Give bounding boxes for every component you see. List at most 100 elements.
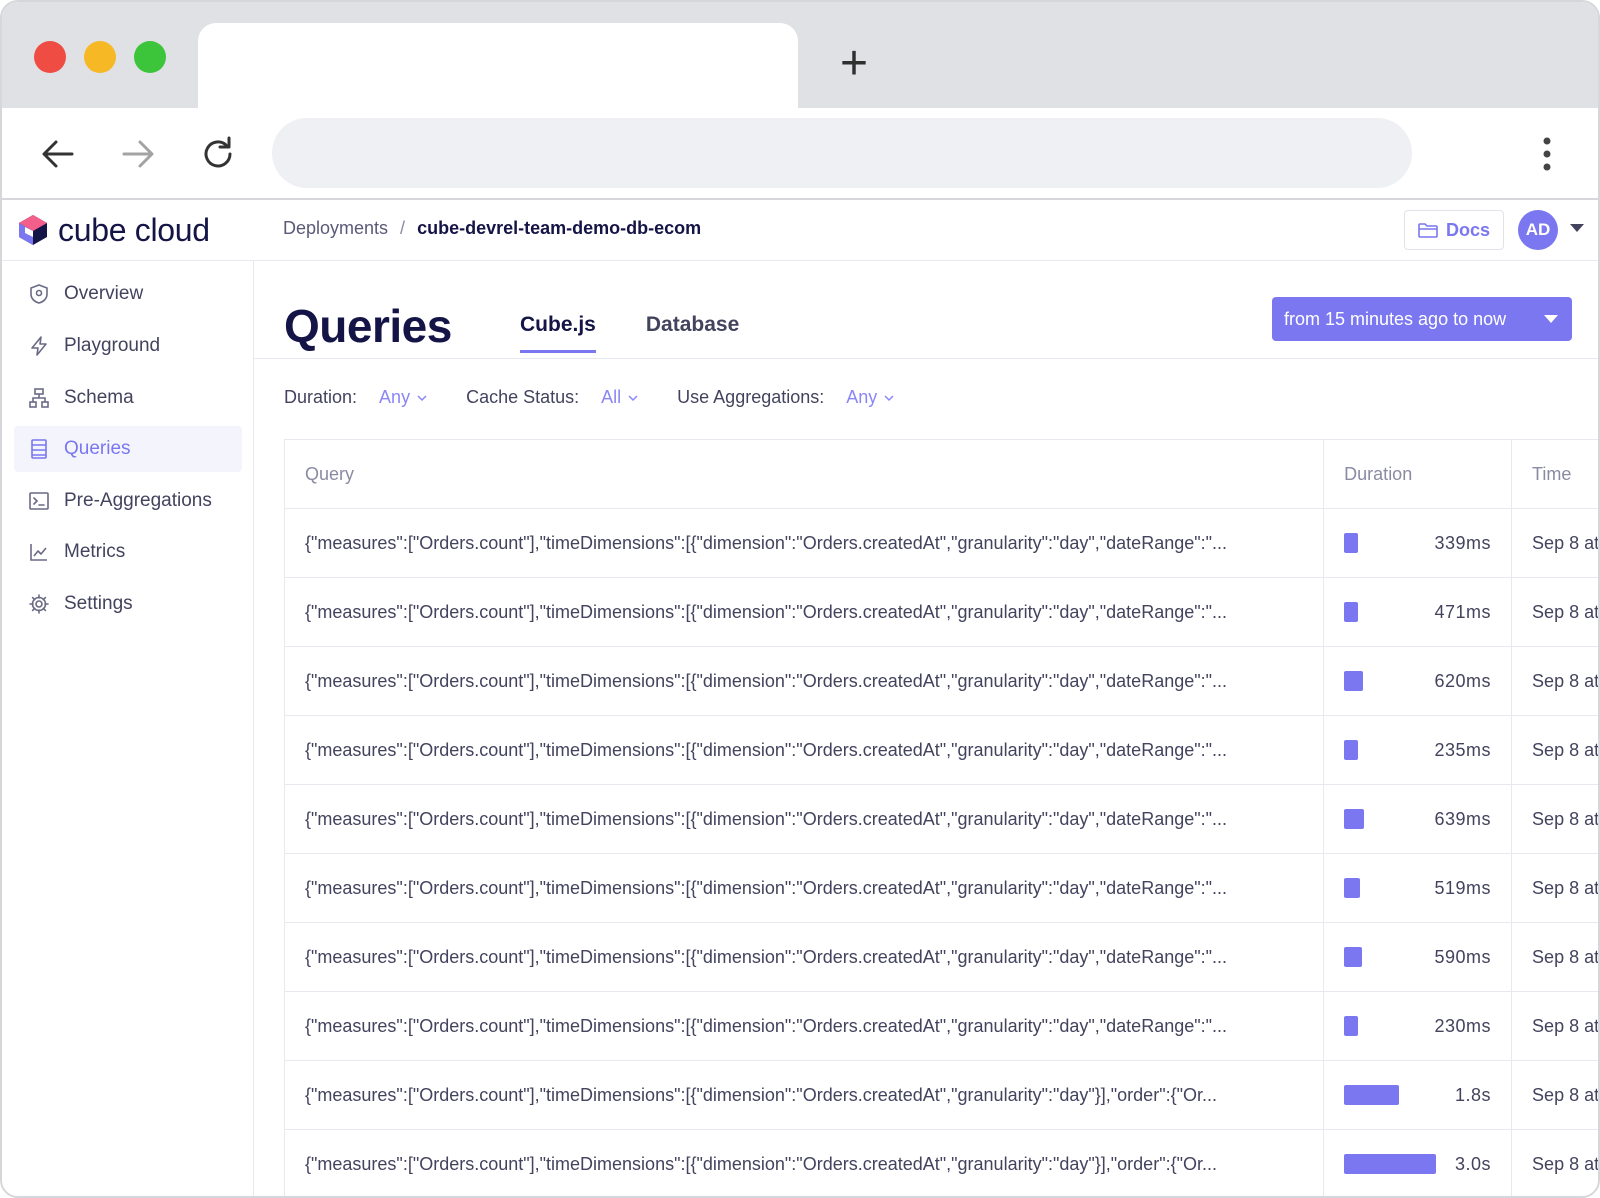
filter-bar: Duration: Any Cache Status: All Use Aggr… bbox=[284, 387, 933, 408]
duration-filter-select[interactable]: Any bbox=[379, 387, 410, 408]
sidebar-item-schema[interactable]: Schema bbox=[14, 375, 242, 421]
table-row[interactable]: {"measures":["Orders.count"],"timeDimens… bbox=[285, 716, 1600, 785]
sidebar-item-label: Overview bbox=[64, 283, 144, 304]
duration-cell: 339ms bbox=[1324, 509, 1513, 577]
table-row[interactable]: {"measures":["Orders.count"],"timeDimens… bbox=[285, 854, 1598, 923]
sidebar-item-settings[interactable]: Settings bbox=[14, 581, 242, 627]
sidebar-item-label: Playground bbox=[64, 335, 161, 356]
sidebar-item-metrics[interactable]: Metrics bbox=[14, 529, 242, 575]
query-cell: {"measures":["Orders.count"],"timeDimens… bbox=[285, 716, 1325, 784]
schema-icon bbox=[28, 387, 50, 409]
arrow-right-icon bbox=[122, 140, 154, 168]
duration-cell: 3.0s bbox=[1324, 1130, 1513, 1196]
new-tab-button[interactable]: + bbox=[832, 40, 876, 88]
table-row[interactable]: {"measures":["Orders.count"],"timeDimens… bbox=[285, 923, 1600, 992]
page-title: Queries bbox=[284, 300, 452, 352]
header-divider bbox=[254, 358, 1598, 359]
browser-tab[interactable] bbox=[198, 23, 798, 108]
time-cell: Sep 8 at bbox=[1532, 601, 1600, 622]
tab-cubejs[interactable]: Cube.js bbox=[520, 313, 596, 353]
table-row[interactable]: {"measures":["Orders.count"],"timeDimens… bbox=[285, 992, 1600, 1061]
sidebar-item-label: Schema bbox=[64, 387, 134, 408]
chart-icon bbox=[28, 541, 50, 563]
chevron-down-icon[interactable] bbox=[883, 392, 895, 404]
reload-icon bbox=[204, 136, 232, 168]
time-cell: Sep 8 at bbox=[1532, 1084, 1600, 1105]
time-cell: Sep 8 at bbox=[1532, 946, 1600, 967]
caret-down-icon bbox=[1544, 315, 1558, 323]
sidebar-item-pre-aggregations[interactable]: Pre-Aggregations bbox=[14, 478, 242, 524]
chevron-down-icon[interactable] bbox=[416, 392, 428, 404]
duration-cell: 590ms bbox=[1324, 923, 1513, 991]
column-header-query[interactable]: Query bbox=[285, 440, 1325, 508]
back-button[interactable] bbox=[36, 132, 80, 176]
duration-bar bbox=[1344, 602, 1359, 622]
forward-button[interactable] bbox=[116, 132, 160, 176]
use-aggregations-filter-select[interactable]: Any bbox=[846, 387, 877, 408]
breadcrumb-current-deployment[interactable]: cube-devrel-team-demo-db-ecom bbox=[417, 218, 701, 239]
sidebar-item-label: Settings bbox=[64, 593, 133, 614]
sidebar-item-playground[interactable]: Playground bbox=[14, 323, 242, 369]
duration-bar bbox=[1344, 1154, 1437, 1174]
table-row[interactable]: {"measures":["Orders.count"],"timeDimens… bbox=[285, 1061, 1600, 1130]
chevron-down-icon[interactable] bbox=[627, 392, 639, 404]
filter-duration: Duration: Any bbox=[284, 387, 428, 408]
browser-menu-button[interactable] bbox=[1532, 132, 1562, 176]
gear-icon bbox=[28, 593, 50, 615]
duration-cell: 1.8s bbox=[1324, 1061, 1513, 1129]
sidebar: Overview Playground Schema Queries Pre-A… bbox=[2, 261, 254, 1196]
duration-bar bbox=[1344, 740, 1359, 760]
cube-logo-icon bbox=[19, 215, 47, 245]
minimize-window-button[interactable] bbox=[84, 41, 116, 73]
browser-toolbar bbox=[2, 108, 1598, 200]
table-row[interactable]: {"measures":["Orders.count"],"timeDimens… bbox=[285, 578, 1600, 647]
bolt-icon bbox=[28, 335, 50, 357]
sidebar-item-overview[interactable]: Overview bbox=[14, 271, 242, 317]
caret-down-icon[interactable] bbox=[1570, 224, 1584, 232]
time-cell: Sep 8 at bbox=[1532, 739, 1600, 760]
filter-cache-status: Cache Status: All bbox=[466, 387, 639, 408]
duration-cell: 471ms bbox=[1324, 578, 1513, 646]
column-header-time[interactable]: Time bbox=[1512, 440, 1598, 508]
duration-value: 235ms bbox=[1434, 739, 1492, 760]
duration-value: 620ms bbox=[1434, 670, 1492, 691]
time-cell: Sep 8 at bbox=[1532, 1153, 1600, 1174]
browser-window: + cube cloud Deployments / cube-devrel-t… bbox=[0, 0, 1600, 1198]
maximize-window-button[interactable] bbox=[134, 41, 166, 73]
duration-value: 639ms bbox=[1434, 808, 1492, 829]
tab-database[interactable]: Database bbox=[646, 313, 739, 353]
filter-use-aggregations: Use Aggregations: Any bbox=[677, 387, 895, 408]
browser-tab-bar: + bbox=[2, 2, 1598, 108]
reload-button[interactable] bbox=[196, 132, 240, 176]
docs-button[interactable]: Docs bbox=[1404, 210, 1504, 250]
duration-value: 1.8s bbox=[1455, 1084, 1492, 1105]
table-row[interactable]: {"measures":["Orders.count"],"timeDimens… bbox=[285, 647, 1600, 716]
kebab-menu-icon bbox=[1543, 137, 1551, 171]
user-avatar[interactable]: AD bbox=[1518, 210, 1558, 250]
breadcrumb-separator: / bbox=[400, 218, 406, 238]
cube-cloud-logo[interactable]: cube cloud bbox=[16, 210, 210, 250]
address-bar[interactable] bbox=[272, 118, 1412, 188]
time-range-dropdown[interactable]: from 15 minutes ago to now bbox=[1272, 297, 1572, 341]
arrow-left-icon bbox=[42, 140, 74, 168]
terminal-icon bbox=[28, 490, 50, 512]
close-window-button[interactable] bbox=[34, 41, 66, 73]
sidebar-item-queries[interactable]: Queries bbox=[14, 426, 242, 472]
cache-status-filter-select[interactable]: All bbox=[601, 387, 621, 408]
table-row[interactable]: {"measures":["Orders.count"],"timeDimens… bbox=[285, 785, 1598, 854]
query-cell: {"measures":["Orders.count"],"timeDimens… bbox=[285, 785, 1325, 853]
query-cell: {"measures":["Orders.count"],"timeDimens… bbox=[285, 647, 1325, 715]
query-source-tabs: Cube.js Database bbox=[520, 313, 739, 353]
query-cell: {"measures":["Orders.count"],"timeDimens… bbox=[285, 1061, 1325, 1129]
time-cell: Sep 8 at bbox=[1532, 1015, 1600, 1036]
column-header-duration[interactable]: Duration bbox=[1324, 440, 1513, 508]
docs-label: Docs bbox=[1445, 219, 1490, 240]
query-cell: {"measures":["Orders.count"],"timeDimens… bbox=[285, 992, 1325, 1060]
table-row[interactable]: {"measures":["Orders.count"],"timeDimens… bbox=[285, 1130, 1600, 1196]
duration-bar bbox=[1344, 533, 1359, 553]
time-cell: Sep 8 at bbox=[1532, 670, 1600, 691]
duration-value: 519ms bbox=[1434, 877, 1492, 898]
table-row[interactable]: {"measures":["Orders.count"],"timeDimens… bbox=[285, 509, 1598, 578]
duration-bar bbox=[1344, 1016, 1359, 1036]
breadcrumb-deployments[interactable]: Deployments bbox=[283, 218, 388, 239]
